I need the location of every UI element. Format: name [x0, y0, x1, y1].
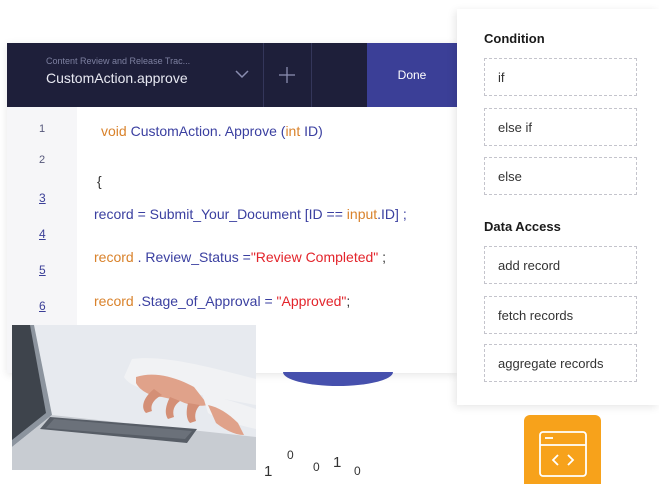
code-punctuation: ; — [378, 249, 387, 265]
binary-digit: 1 — [264, 463, 273, 480]
code-keyword: record — [94, 249, 134, 265]
data-access-heading: Data Access — [484, 219, 561, 234]
chevron-down-icon[interactable] — [233, 67, 251, 81]
code-keyword: input — [346, 206, 378, 222]
code-line-5[interactable]: record .Stage_of_Approval = "Approved"; — [94, 293, 350, 309]
code-identifier: CustomAction. Approve ( — [126, 123, 286, 139]
code-line-2[interactable]: { — [97, 173, 102, 189]
code-string: "Approved" — [276, 293, 347, 309]
line-number: 2 — [39, 154, 46, 166]
code-line-4[interactable]: record . Review_Status ="Review Complete… — [94, 249, 386, 265]
editor-title-block[interactable]: Content Review and Release Trac... Custo… — [46, 55, 190, 86]
add-record-item[interactable]: add record — [484, 246, 637, 284]
binary-digit: 1 — [333, 454, 342, 471]
code-keyword: int — [285, 123, 301, 139]
condition-if[interactable]: if — [484, 58, 637, 96]
line-number: 1 — [39, 123, 46, 135]
aggregate-records-item[interactable]: aggregate records — [484, 344, 637, 382]
code-keyword: record — [94, 293, 134, 309]
snippet-panel: Condition if else if else Data Access ad… — [457, 9, 659, 405]
fetch-records-item[interactable]: fetch records — [484, 296, 637, 334]
code-identifier: record = Submit_Your_Document [ID == — [94, 206, 347, 222]
code-line-1[interactable]: void CustomAction. Approve (int ID) — [101, 123, 323, 139]
code-window-tile — [524, 415, 601, 484]
code-string: "Review Completed" — [250, 249, 379, 265]
laptop-illustration — [12, 325, 256, 470]
code-punctuation: ; — [346, 293, 351, 309]
code-editor-window: Content Review and Release Trac... Custo… — [7, 43, 457, 373]
condition-else[interactable]: else — [484, 157, 637, 195]
condition-else-if[interactable]: else if — [484, 108, 637, 146]
condition-heading: Condition — [484, 31, 545, 46]
binary-digit: 0 — [313, 460, 320, 474]
binary-digit: 0 — [354, 464, 361, 478]
line-number-link[interactable]: 6 — [39, 299, 46, 313]
line-number-link[interactable]: 3 — [39, 191, 46, 205]
application-name: Content Review and Release Trac... — [46, 56, 191, 66]
code-keyword: void — [101, 123, 127, 139]
binary-digit: 0 — [287, 448, 294, 462]
decorative-blue-shape — [283, 372, 393, 386]
plus-icon[interactable] — [277, 65, 297, 85]
code-identifier: ID) — [300, 123, 323, 139]
custom-action-name: CustomAction.approve — [46, 70, 188, 86]
editor-toolbar: Content Review and Release Trac... Custo… — [7, 43, 457, 107]
laptop-typing-photo — [12, 325, 256, 470]
code-identifier: .Stage_of_Approval = — [133, 293, 277, 309]
done-button[interactable]: Done — [367, 43, 457, 107]
code-line-3[interactable]: record = Submit_Your_Document [ID == inp… — [94, 206, 407, 222]
code-identifier: .ID] ; — [377, 206, 407, 222]
toolbar-divider — [263, 43, 264, 107]
code-identifier: . Review_Status = — [133, 249, 251, 265]
toolbar-divider — [311, 43, 312, 107]
line-number-link[interactable]: 4 — [39, 227, 46, 241]
code-window-icon — [539, 431, 587, 477]
line-number-link[interactable]: 5 — [39, 263, 46, 277]
